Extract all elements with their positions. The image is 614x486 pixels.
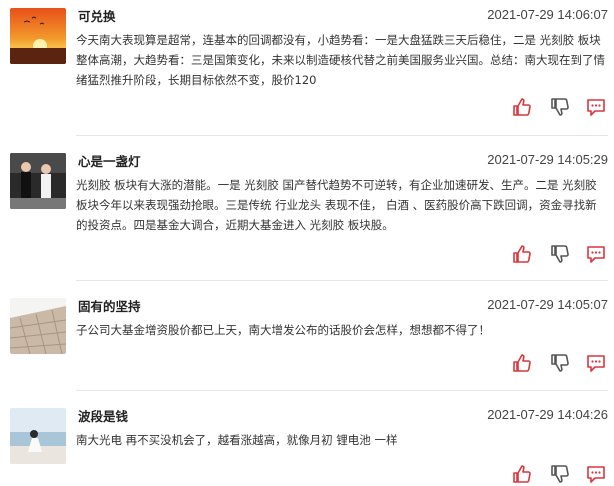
post-timestamp: 2021-07-29 14:05:29 [487,152,608,167]
post-actions [498,353,608,375]
thumbs-up-icon[interactable] [512,244,532,264]
post-content: 南大光电 再不买没机会了，越看涨越高，就像月初 锂电池 一样 [76,433,398,447]
divider [76,135,608,136]
post-actions [498,464,608,486]
post-actions [498,97,608,119]
post-actions [498,244,608,266]
comment-icon[interactable] [586,464,606,484]
thumbs-up-icon[interactable] [512,353,532,373]
post-author[interactable]: 固有的坚持 [78,296,141,315]
post-timestamp: 2021-07-29 14:06:07 [487,7,608,22]
post-author[interactable]: 波段是钱 [78,406,128,425]
avatar[interactable] [10,8,66,64]
post-content: 光刻胶 板块有大涨的潜能。一是 光刻胶 国产替代趋势不可逆转，有企业加速研发、生… [76,178,597,232]
thumbs-up-icon[interactable] [512,97,532,117]
post-author[interactable]: 心是一盏灯 [78,151,141,170]
comment-icon[interactable] [586,244,606,264]
avatar[interactable] [10,153,66,209]
divider [76,390,608,391]
comment-icon[interactable] [586,353,606,373]
post-content: 子公司大基金增资股价都已上天，南大增发公布的话股价会怎样，想想都不得了！ [76,323,490,337]
divider [76,280,608,281]
thumbs-down-icon[interactable] [550,97,570,117]
post-timestamp: 2021-07-29 14:04:26 [487,407,608,422]
thumbs-down-icon[interactable] [550,353,570,373]
post-author[interactable]: 可兑换 [78,6,116,25]
thumbs-down-icon[interactable] [550,244,570,264]
post-content: 今天南大表现算是超常，连基本的回调都没有，小趋势看：一是大盘猛跌三天后稳住，二是… [76,33,605,87]
thumbs-down-icon[interactable] [550,464,570,484]
comment-icon[interactable] [586,97,606,117]
avatar[interactable] [10,298,66,354]
avatar[interactable] [10,408,66,464]
post-timestamp: 2021-07-29 14:05:07 [487,297,608,312]
thumbs-up-icon[interactable] [512,464,532,484]
